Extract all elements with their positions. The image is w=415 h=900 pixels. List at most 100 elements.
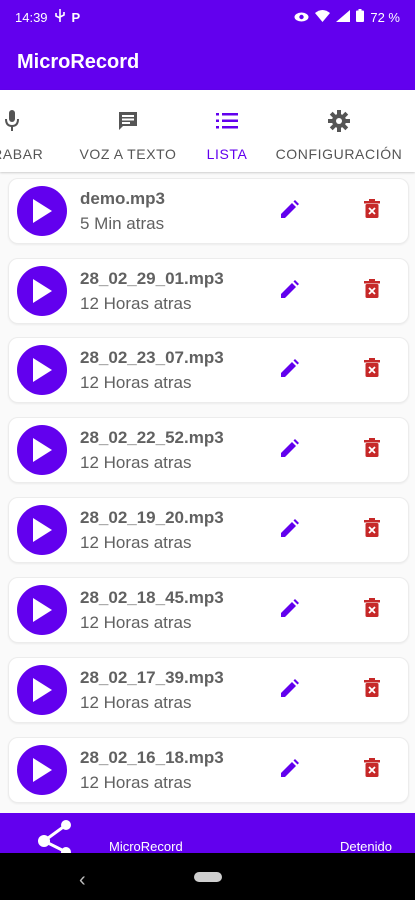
delete-button[interactable] — [360, 758, 384, 782]
gear-icon — [328, 108, 350, 134]
delete-button[interactable] — [360, 678, 384, 702]
recording-time: 12 Horas atras — [80, 613, 192, 632]
recording-name: 28_02_29_01.mp3 — [80, 269, 224, 288]
play-button[interactable] — [17, 425, 67, 475]
trash-icon — [364, 279, 380, 303]
recording-time: 12 Horas atras — [80, 453, 192, 472]
play-icon — [30, 517, 54, 543]
recording-name: 28_02_18_45.mp3 — [80, 588, 224, 607]
usb-icon — [54, 9, 66, 25]
edit-button[interactable] — [278, 518, 302, 542]
recording-time: 12 Horas atras — [80, 294, 192, 313]
wifi-icon — [315, 9, 331, 25]
recording-name: 28_02_22_52.mp3 — [80, 428, 224, 447]
battery-level: 72 % — [370, 9, 400, 25]
message-text-icon — [117, 108, 139, 134]
status-right: 72 % — [294, 9, 400, 25]
battery-icon — [356, 9, 365, 25]
play-icon — [30, 757, 54, 783]
mic-icon — [5, 108, 19, 134]
edit-button[interactable] — [278, 358, 302, 382]
delete-button[interactable] — [360, 598, 384, 622]
pencil-icon — [281, 199, 299, 223]
pencil-icon — [281, 358, 299, 382]
tab-label-grabar: GRABAR — [0, 146, 44, 162]
recording-item[interactable]: 28_02_23_07.mp3 12 Horas atras — [8, 337, 409, 403]
bottom-player-bar: MicroRecord Detenido — [0, 813, 415, 857]
share-button[interactable] — [36, 819, 74, 857]
status-time: 14:39 — [15, 9, 48, 25]
delete-button[interactable] — [360, 518, 384, 542]
tab-grabar[interactable]: GRABAR — [0, 90, 54, 172]
recording-name: 28_02_23_07.mp3 — [80, 348, 224, 367]
tab-lista[interactable]: LISTA — [191, 90, 263, 172]
signal-icon — [336, 9, 351, 25]
recording-item[interactable]: 28_02_16_18.mp3 12 Horas atras — [8, 737, 409, 803]
home-pill[interactable] — [194, 872, 222, 882]
recording-time: 12 Horas atras — [80, 373, 192, 392]
tab-configuracion[interactable]: CONFIGURACIÓN — [272, 90, 406, 172]
delete-button[interactable] — [360, 358, 384, 382]
tab-label-configuracion: CONFIGURACIÓN — [275, 146, 403, 162]
pencil-icon — [281, 279, 299, 303]
edit-button[interactable] — [278, 199, 302, 223]
trash-icon — [364, 358, 380, 382]
play-icon — [30, 597, 54, 623]
status-bar: 14:39 P 72 % — [0, 0, 415, 34]
play-icon — [30, 357, 54, 383]
edit-button[interactable] — [278, 678, 302, 702]
play-icon — [30, 677, 54, 703]
edit-button[interactable] — [278, 758, 302, 782]
tab-voz-a-texto[interactable]: VOZ A TEXTO — [74, 90, 182, 172]
recording-item[interactable]: 28_02_17_39.mp3 12 Horas atras — [8, 657, 409, 723]
tab-label-lista: LISTA — [206, 146, 248, 162]
status-left: 14:39 P — [15, 9, 80, 25]
play-icon — [30, 278, 54, 304]
play-button[interactable] — [17, 186, 67, 236]
parking-icon: P — [71, 9, 81, 25]
recording-name: demo.mp3 — [80, 189, 166, 208]
eye-icon — [294, 10, 309, 25]
trash-icon — [364, 518, 380, 542]
recording-time: 12 Horas atras — [80, 773, 192, 792]
play-button[interactable] — [17, 745, 67, 795]
play-icon — [30, 198, 54, 224]
app-title: MicroRecord — [17, 50, 140, 73]
edit-button[interactable] — [278, 598, 302, 622]
app-bar: MicroRecord — [0, 34, 415, 90]
play-button[interactable] — [17, 585, 67, 635]
recording-item[interactable]: 28_02_19_20.mp3 12 Horas atras — [8, 497, 409, 563]
playback-status: Detenido — [339, 839, 392, 854]
pencil-icon — [281, 518, 299, 542]
pencil-icon — [281, 678, 299, 702]
back-icon[interactable]: ‹ — [79, 869, 86, 892]
play-button[interactable] — [17, 345, 67, 395]
pencil-icon — [281, 598, 299, 622]
edit-button[interactable] — [278, 438, 302, 462]
recording-item[interactable]: 28_02_22_52.mp3 12 Horas atras — [8, 417, 409, 483]
trash-icon — [364, 598, 380, 622]
recording-item[interactable]: demo.mp3 5 Min atras — [8, 178, 409, 244]
recording-name: 28_02_16_18.mp3 — [80, 748, 224, 767]
system-nav-bar: ‹ — [0, 853, 415, 900]
tab-label-voz-a-texto: VOZ A TEXTO — [79, 146, 177, 162]
delete-button[interactable] — [360, 438, 384, 462]
recording-time: 5 Min atras — [80, 214, 165, 233]
pencil-icon — [281, 758, 299, 782]
recording-name: 28_02_17_39.mp3 — [80, 668, 224, 687]
delete-button[interactable] — [360, 199, 384, 223]
edit-button[interactable] — [278, 279, 302, 303]
recording-time: 12 Horas atras — [80, 693, 192, 712]
play-button[interactable] — [17, 266, 67, 316]
play-button[interactable] — [17, 505, 67, 555]
recording-name: 28_02_19_20.mp3 — [80, 508, 224, 527]
play-icon — [30, 437, 54, 463]
bottom-app-name: MicroRecord — [109, 839, 183, 854]
tab-bar: GRABAR VOZ A TEXTO LISTA — [0, 90, 415, 172]
delete-button[interactable] — [360, 279, 384, 303]
trash-icon — [364, 758, 380, 782]
recording-item[interactable]: 28_02_18_45.mp3 12 Horas atras — [8, 577, 409, 643]
play-button[interactable] — [17, 665, 67, 715]
recording-item[interactable]: 28_02_29_01.mp3 12 Horas atras — [8, 258, 409, 324]
trash-icon — [364, 438, 380, 462]
